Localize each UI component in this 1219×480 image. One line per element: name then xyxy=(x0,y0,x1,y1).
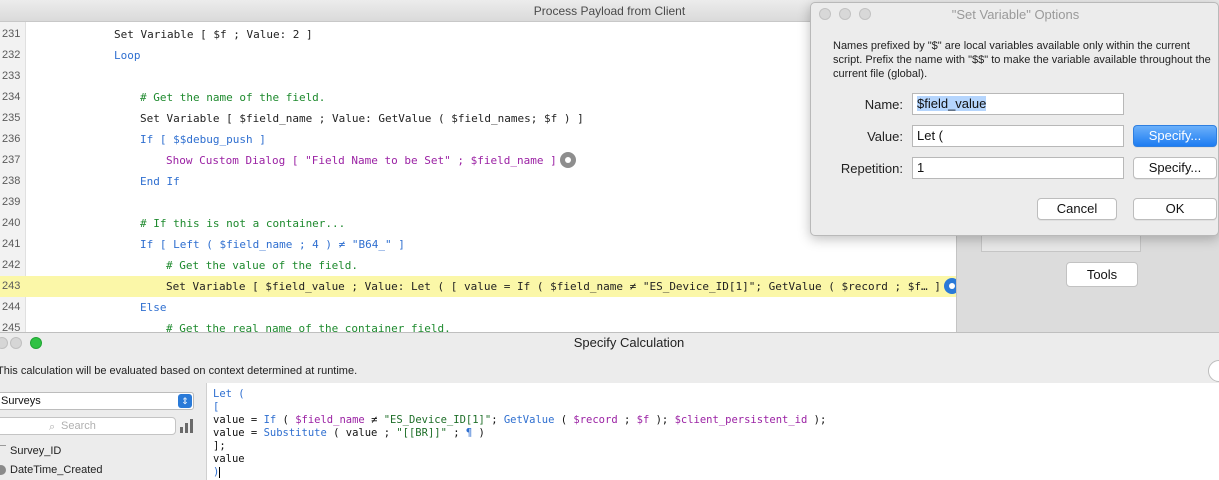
search-icon: ⌕ xyxy=(49,421,56,433)
calc-code-line: [ xyxy=(213,401,220,413)
calc-code-line: ]; xyxy=(213,440,226,452)
calc-code-line: value = Substitute ( value ; "[[BR]]" ; … xyxy=(213,427,485,439)
calc-code-line: Let ( xyxy=(213,388,245,400)
cancel-button[interactable]: Cancel xyxy=(1037,198,1117,220)
field-list-icon[interactable] xyxy=(180,419,196,433)
repetition-label: Repetition: xyxy=(840,161,903,176)
script-line[interactable]: 244 Else xyxy=(0,297,956,318)
table-select[interactable]: Surveys ⇕ xyxy=(0,392,194,410)
value-label: Value: xyxy=(867,129,903,144)
calc-code-line: value xyxy=(213,453,245,465)
chevron-updown-icon: ⇕ xyxy=(178,394,192,408)
specify-calculation-window: Specify Calculation This calculation wil… xyxy=(0,332,1219,480)
tools-button[interactable]: Tools xyxy=(1066,262,1138,287)
gear-icon[interactable] xyxy=(559,152,576,168)
calc-context-info: This calculation will be evaluated based… xyxy=(0,365,358,377)
field-list-item[interactable]: Survey_ID xyxy=(10,445,61,457)
field-type-icon xyxy=(0,465,6,475)
specify-repetition-button[interactable]: Specify... xyxy=(1133,157,1217,179)
dialog-description: Names prefixed by "$" are local variable… xyxy=(833,40,1211,80)
specify-value-button[interactable]: Specify... xyxy=(1133,125,1217,147)
text-caret xyxy=(219,466,221,478)
script-line[interactable]: 245 # Get the real name of the container … xyxy=(0,318,956,332)
script-line-selected[interactable]: 243 Set Variable [ $field_value ; Value: … xyxy=(0,276,960,297)
calculation-editor[interactable]: Let ( [ value = If ( $field_name ≠ "ES_D… xyxy=(206,383,1219,480)
field-type-icon xyxy=(0,445,6,455)
repetition-field[interactable]: 1 xyxy=(912,157,1124,179)
field-list-item[interactable]: DateTime_Created xyxy=(10,464,103,476)
ok-button[interactable]: OK xyxy=(1133,198,1217,220)
name-label: Name: xyxy=(864,97,903,112)
script-line[interactable]: 241 If [ Left ( $field_name ; 4 ) ≠ "B64_… xyxy=(0,234,956,255)
field-search-input[interactable]: ⌕ Search xyxy=(0,417,176,435)
dialog-titlebar: "Set Variable" Options xyxy=(811,3,1218,25)
window-title: Specify Calculation xyxy=(573,335,685,350)
value-field[interactable]: Let ( xyxy=(912,125,1124,147)
name-field[interactable]: $field_value xyxy=(912,93,1124,115)
screen: Process Payload from Client 231 Set Varia… xyxy=(0,0,1219,480)
set-variable-dialog: "Set Variable" Options Names prefixed by… xyxy=(810,2,1219,236)
calc-code-line: value = If ( $field_name ≠ "ES_Device_ID… xyxy=(213,414,827,426)
help-icon[interactable] xyxy=(1208,360,1219,382)
calc-code-line: ) xyxy=(213,466,221,478)
dialog-title: "Set Variable" Options xyxy=(951,7,1080,22)
calc-titlebar: Specify Calculation xyxy=(0,333,1219,353)
script-line[interactable]: 242 # Get the value of the field. xyxy=(0,255,956,276)
